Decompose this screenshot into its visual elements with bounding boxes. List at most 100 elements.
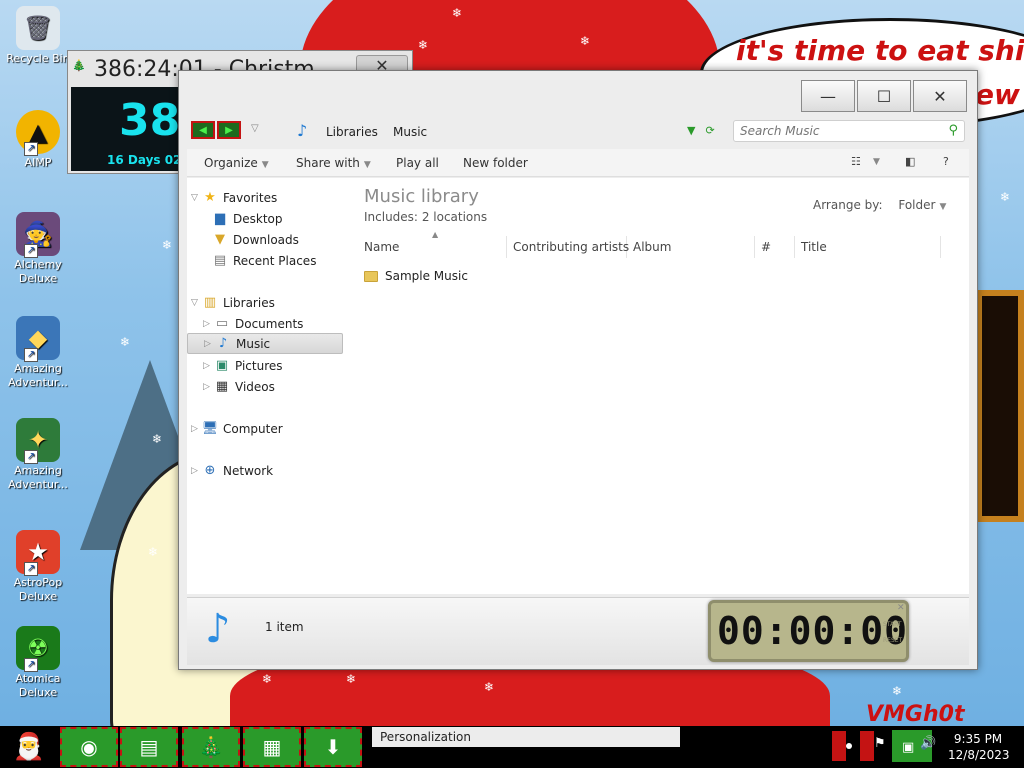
collapsed-arrow-icon[interactable]: ▷: [203, 361, 213, 371]
desktop-icon-amazing-adventures-2[interactable]: ✦ ↗ Amazing Adventur...: [4, 418, 72, 492]
play-all-button[interactable]: Play all: [396, 156, 439, 170]
tree-videos[interactable]: ▷ ▦ Videos: [203, 376, 343, 397]
expand-arrow-icon[interactable]: ▽: [191, 193, 201, 203]
taskbar-active-window[interactable]: Personalization: [372, 727, 680, 747]
tree-desktop[interactable]: ▆ Desktop: [201, 208, 341, 229]
back-button[interactable]: ◀: [191, 121, 215, 139]
snowflake-icon: ❄: [346, 672, 357, 686]
forward-button[interactable]: ▶: [217, 121, 241, 139]
nav-arrows: ◀ ▶: [191, 121, 241, 139]
column-number[interactable]: #: [761, 236, 795, 258]
recycle-bin-icon: 🗑: [16, 6, 60, 50]
minimize-button[interactable]: —: [801, 80, 855, 112]
organize-button[interactable]: Organize ▼: [204, 156, 269, 170]
forward-arrow-icon: ▶: [225, 124, 233, 136]
desktop-icon-atomica[interactable]: ☢ ↗ Atomica Deluxe: [4, 626, 72, 700]
breadcrumb-libraries[interactable]: Libraries: [326, 125, 378, 139]
address-dropdown-icon[interactable]: ▼: [687, 124, 695, 137]
folder-icon: [364, 270, 378, 282]
stopwatch-start-button[interactable]: START: [883, 621, 902, 628]
volume-icon[interactable]: 🔊: [920, 736, 936, 751]
chevron-down-icon: ▼: [261, 160, 269, 170]
wallpaper-bubble-text: it's time to eat shit: [736, 34, 1024, 67]
content-area: ▽ ★ Favorites ▆ Desktop ▼ Downloads ▤ Re…: [187, 178, 969, 594]
chevron-down-icon: ▼: [363, 160, 371, 170]
search-box[interactable]: ⚲: [733, 120, 965, 142]
desktop-icon-label: Recycle Bin: [6, 52, 70, 65]
desktop-icon-recycle-bin[interactable]: 🗑 Recycle Bin: [4, 6, 72, 66]
window-controls: — ☐ ✕: [801, 80, 967, 112]
star-icon: ★: [204, 190, 216, 205]
action-center-flag-icon[interactable]: ⚑: [874, 736, 886, 751]
desktop-icon-label: Amazing Adventur...: [8, 464, 68, 491]
tray-dot-icon[interactable]: [846, 743, 852, 749]
collapsed-arrow-icon[interactable]: ▷: [203, 319, 213, 329]
snowflake-icon: ❄: [418, 38, 429, 52]
share-with-button[interactable]: Share with ▼: [296, 156, 371, 170]
column-name[interactable]: Name: [364, 236, 507, 258]
snowflake-icon: ❄: [120, 335, 131, 349]
includes-locations-link[interactable]: 2 locations: [422, 210, 487, 224]
taskbar-app-explorer[interactable]: ▤: [120, 727, 178, 767]
collapsed-arrow-icon[interactable]: ▷: [191, 424, 201, 434]
aimp-icon: ▲ ↗: [16, 110, 60, 156]
desktop-icon-astropop[interactable]: ★ ↗ AstroPop Deluxe: [4, 530, 72, 604]
expand-arrow-icon[interactable]: ▽: [191, 298, 201, 308]
tree-network[interactable]: ▷ ⊕ Network: [191, 460, 341, 481]
clock-date: 12/8/2023: [948, 748, 1010, 762]
search-icon[interactable]: ⚲: [948, 123, 958, 138]
taskbar-app-christmas[interactable]: 🎄: [182, 727, 240, 767]
tree-label: Videos: [235, 379, 275, 394]
maximize-button[interactable]: ☐: [857, 80, 911, 112]
tree-favorites[interactable]: ▽ ★ Favorites: [191, 187, 341, 208]
collapsed-arrow-icon[interactable]: ▷: [204, 339, 214, 349]
help-button[interactable]: ?: [943, 155, 949, 168]
tree-downloads[interactable]: ▼ Downloads: [201, 229, 341, 250]
view-chevron-icon[interactable]: ▼: [873, 157, 880, 167]
stopwatch-reset-button[interactable]: RESET: [883, 637, 902, 644]
breadcrumb-music[interactable]: Music: [393, 125, 427, 139]
snowflake-icon: ❄: [148, 545, 159, 559]
taskbar-app-download-manager[interactable]: ⬇: [304, 727, 362, 767]
tree-documents[interactable]: ▷ ▭ Documents: [203, 313, 343, 334]
arrange-by-dropdown[interactable]: Folder ▼: [898, 198, 946, 212]
taskbar-app-chrome[interactable]: ◉: [60, 727, 118, 767]
tree-recent-places[interactable]: ▤ Recent Places: [201, 250, 341, 271]
tray-marker: [832, 731, 846, 761]
start-button[interactable]: 🎅: [2, 727, 56, 767]
music-library-icon: ♪: [205, 606, 231, 652]
taskbar-app-control-panel[interactable]: ▦: [243, 727, 301, 767]
santa-start-icon: 🎅: [12, 732, 46, 762]
stopwatch-gadget[interactable]: 00:00:00 START RESET ✕: [708, 600, 909, 662]
column-contributing-artists[interactable]: Contributing artists: [513, 236, 629, 258]
desktop-icon-amazing-adventures[interactable]: ◆ ↗ Amazing Adventur...: [4, 316, 72, 390]
music-note-icon: ♪: [218, 336, 228, 351]
view-options-icon[interactable]: ☷: [851, 155, 861, 168]
collapsed-arrow-icon[interactable]: ▷: [191, 466, 201, 476]
new-folder-button[interactable]: New folder: [463, 156, 528, 170]
desktop-icon-label: Alchemy Deluxe: [14, 258, 62, 285]
search-input[interactable]: [740, 124, 930, 138]
close-button[interactable]: ✕: [913, 80, 967, 112]
tree-computer[interactable]: ▷ 🖥 Computer: [191, 418, 341, 439]
tree-label: Libraries: [223, 295, 275, 310]
tray-marker: [860, 731, 874, 761]
column-album[interactable]: Album: [633, 236, 755, 258]
preview-pane-icon[interactable]: ◧: [905, 155, 915, 168]
tree-label: Music: [236, 336, 271, 351]
desktop-icon-aimp[interactable]: ▲ ↗ AIMP: [4, 110, 72, 170]
column-title[interactable]: Title: [801, 236, 941, 258]
tree-pictures[interactable]: ▷ ▣ Pictures: [203, 355, 343, 376]
recent-pages-chevron-icon[interactable]: ▽: [251, 123, 259, 134]
snowflake-icon: ❄: [152, 432, 163, 446]
collapsed-arrow-icon[interactable]: ▷: [203, 382, 213, 392]
refresh-icon[interactable]: ⟳: [705, 124, 714, 137]
clock[interactable]: 9:35 PM 12/8/2023: [948, 731, 1010, 763]
gadget-big-number: 38: [119, 95, 181, 146]
tree-music[interactable]: ▷ ♪ Music: [187, 333, 343, 354]
stopwatch-close-button[interactable]: ✕: [897, 603, 905, 613]
list-item[interactable]: Sample Music: [364, 266, 468, 286]
tree-libraries[interactable]: ▽ ▥ Libraries: [191, 292, 341, 313]
desktop-icon-alchemy-deluxe[interactable]: 🧙 ↗ Alchemy Deluxe: [4, 212, 72, 286]
amazing-adventures-icon: ◆ ↗: [16, 316, 60, 362]
